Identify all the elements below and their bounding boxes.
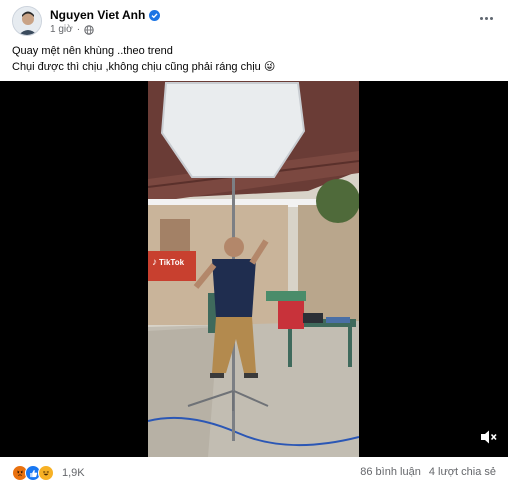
more-options-icon[interactable] [476,10,496,26]
verified-badge-icon [149,9,161,21]
caption-line-1: Quay mệt nên khùng ..theo trend [12,45,173,57]
engagement-stats: 86 bình luận 4 lượt chia sẻ [360,466,496,478]
reactions-summary[interactable]: 1,9K [12,465,85,481]
video-scene-image [148,81,359,457]
globe-icon [84,24,94,35]
haha-icon [38,465,54,481]
reaction-count: 1,9K [62,467,85,479]
avatar-image [13,7,41,35]
author-avatar[interactable] [12,6,42,36]
comment-count[interactable]: 86 bình luận [360,466,421,478]
video-frame[interactable]: ♪ TikTok [148,81,359,457]
video-player[interactable]: ♪ TikTok [0,81,508,457]
post-caption: Quay mệt nên khùng ..theo trend Chụi đượ… [12,43,275,75]
mute-button[interactable] [478,427,498,447]
post-footer: 1,9K 86 bình luận 4 lượt chia sẻ [0,457,508,488]
post-meta: 1 giờ · [50,24,94,35]
post-time[interactable]: 1 giờ [50,24,73,35]
speaker-muted-icon [481,430,497,444]
share-count[interactable]: 4 lượt chia sẻ [429,466,496,478]
author-header: Nguyen Viet Anh [50,8,161,22]
tiktok-watermark: ♪ TikTok [152,257,184,268]
tiktok-brand: TikTok [159,258,185,267]
author-name[interactable]: Nguyen Viet Anh [50,8,145,22]
caption-line-2: Chụi được thì chịu ,không chịu cũng phải… [12,61,276,73]
tiktok-logo-icon: ♪ [152,257,157,268]
